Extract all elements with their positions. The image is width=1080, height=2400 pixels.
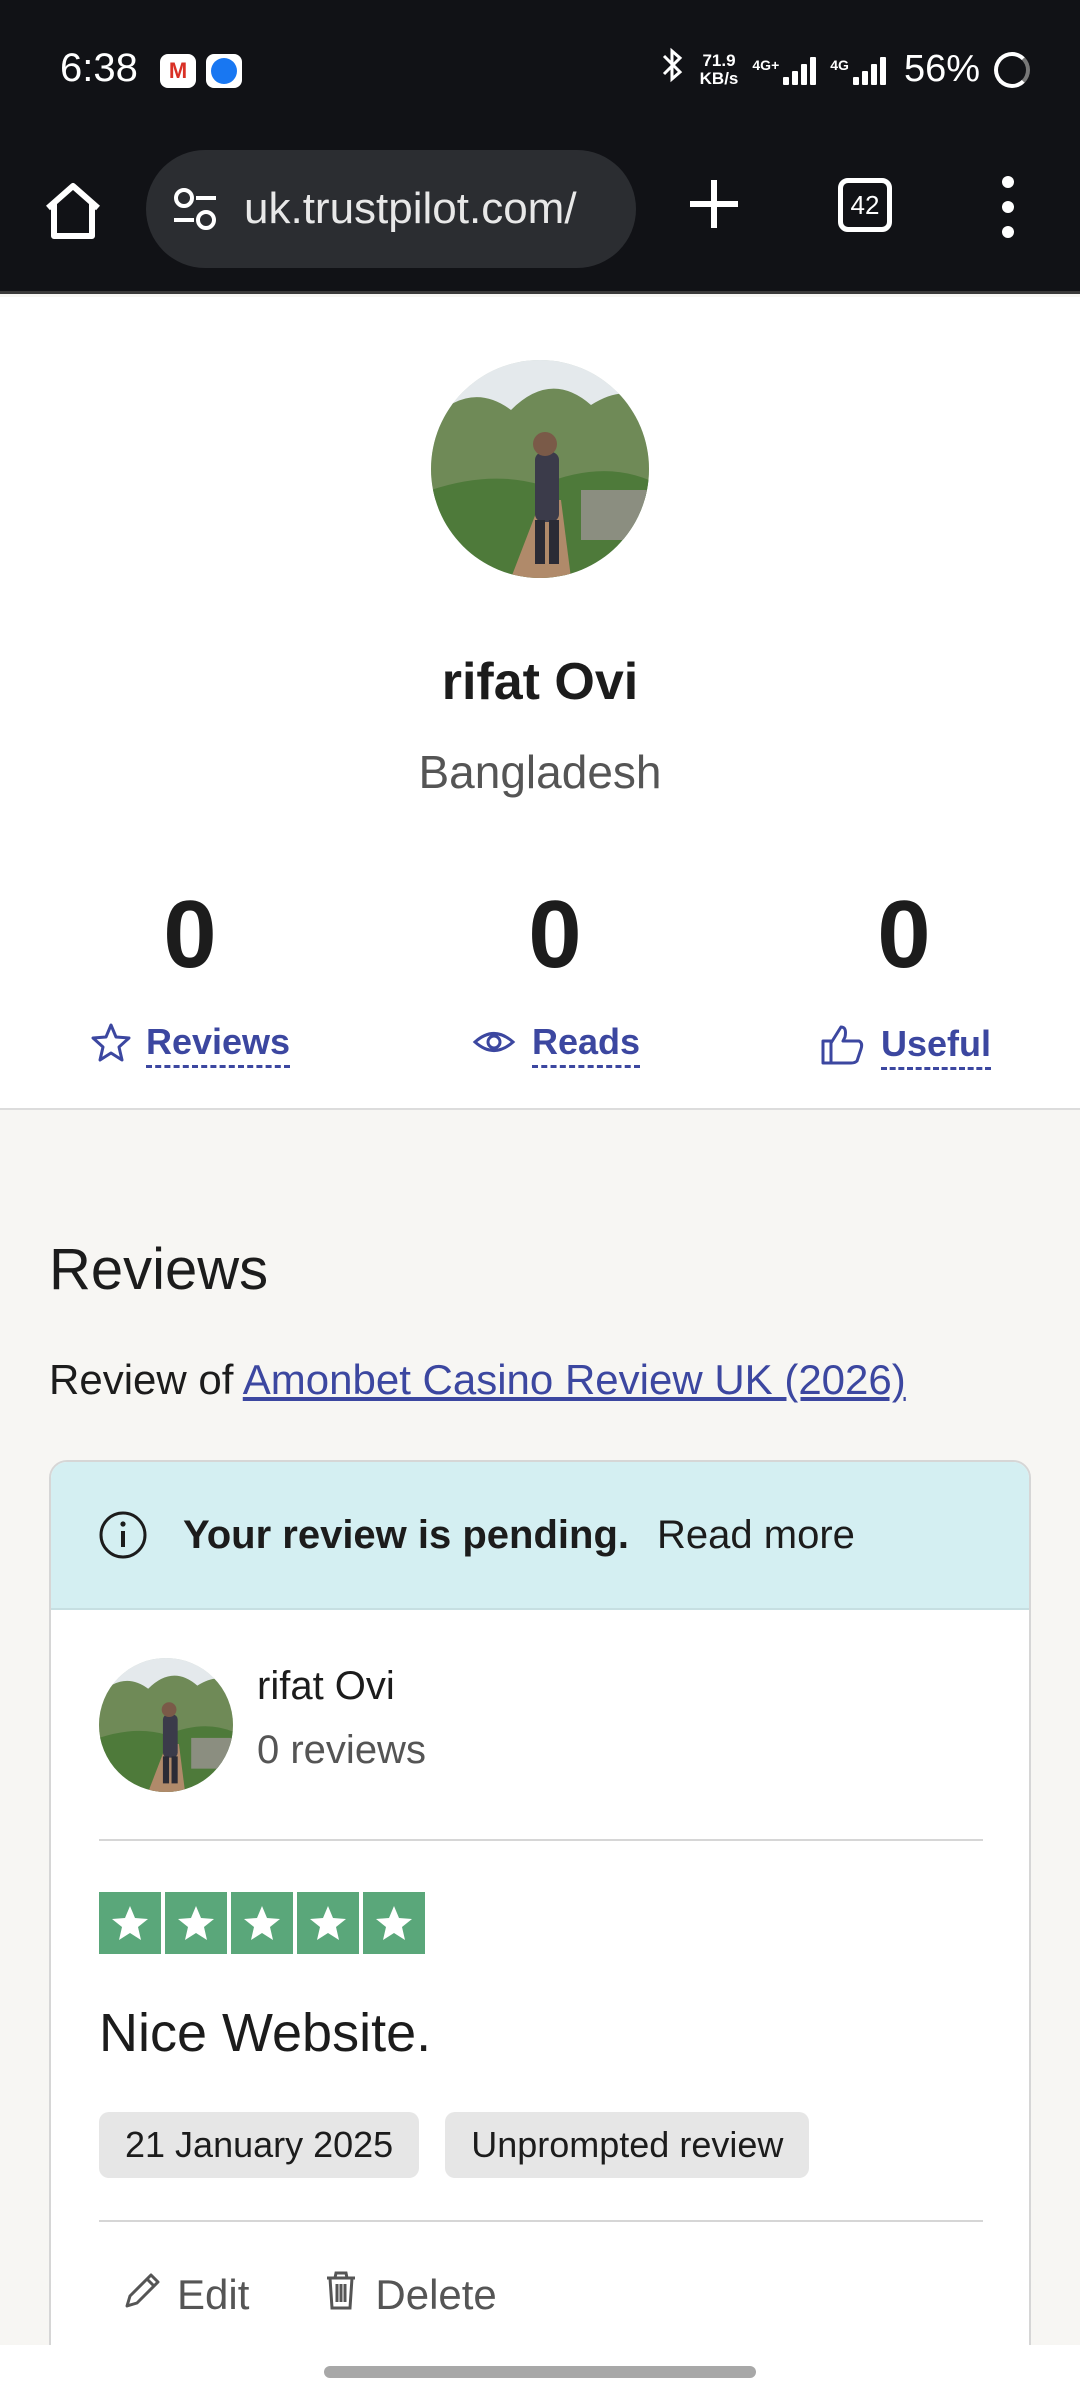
star-icon bbox=[363, 1892, 425, 1954]
stat-useful: 0 Useful bbox=[754, 887, 1054, 1072]
signal-icon-2: 4G bbox=[830, 55, 886, 85]
review-of-prefix: Review of bbox=[49, 1356, 243, 1403]
site-settings-icon[interactable] bbox=[166, 180, 224, 238]
star-icon bbox=[99, 1892, 161, 1954]
pending-banner: Your review is pending. Read more bbox=[51, 1462, 1029, 1610]
status-time: 6:38 bbox=[60, 46, 138, 90]
eye-icon bbox=[470, 1021, 518, 1068]
reviewer-info: rifat Ovi 0 reviews bbox=[51, 1610, 1029, 1840]
stat-reads: 0 Reads bbox=[405, 887, 705, 1068]
stat-label[interactable]: Reads bbox=[531, 1021, 641, 1068]
messenger-icon bbox=[206, 54, 242, 88]
battery-percent: 56% bbox=[903, 48, 980, 90]
stat-value: 0 bbox=[528, 881, 582, 988]
tabs-icon[interactable]: 42 bbox=[838, 178, 892, 232]
reviewer-review-count: 0 reviews bbox=[257, 1728, 426, 1772]
gmail-icon: M bbox=[160, 54, 196, 88]
stat-label[interactable]: Reviews bbox=[145, 1021, 291, 1068]
star-icon bbox=[297, 1892, 359, 1954]
reviewer-name: rifat Ovi bbox=[257, 1664, 395, 1708]
browser-toolbar: uk.trustpilot.com/ 42 bbox=[0, 144, 1080, 294]
stat-value: 0 bbox=[163, 881, 217, 988]
unprompted-badge: Unprompted review bbox=[445, 2112, 810, 2178]
profile-header: rifat Ovi Bangladesh 0 Reviews 0 Reads 0… bbox=[0, 297, 1080, 1110]
review-of: Review of Amonbet Casino Review UK (2026… bbox=[49, 1356, 906, 1404]
review-tags: 21 January 2025 Unprompted review bbox=[99, 2112, 810, 2178]
avatar bbox=[431, 360, 649, 578]
plus-icon[interactable] bbox=[684, 174, 744, 234]
more-vert-icon[interactable] bbox=[996, 172, 1020, 242]
url-text[interactable]: uk.trustpilot.com/ bbox=[244, 184, 577, 234]
stat-reviews: 0 Reviews bbox=[40, 887, 340, 1068]
review-company-link[interactable]: Amonbet Casino Review UK (2026) bbox=[243, 1356, 906, 1403]
review-date-badge: 21 January 2025 bbox=[99, 2112, 420, 2178]
review-title: Nice Website. bbox=[99, 2003, 432, 2063]
delete-label: Delete bbox=[375, 2271, 497, 2318]
star-icon bbox=[165, 1892, 227, 1954]
edit-label: Edit bbox=[177, 2271, 250, 2318]
reviews-heading: Reviews bbox=[49, 1237, 269, 1302]
stat-useful-link[interactable]: Useful bbox=[754, 1021, 1054, 1072]
stat-value: 0 bbox=[877, 881, 931, 988]
star-icon bbox=[231, 1892, 293, 1954]
tab-count: 42 bbox=[850, 189, 880, 220]
address-bar[interactable]: uk.trustpilot.com/ bbox=[146, 150, 636, 268]
avatar bbox=[99, 1658, 233, 1792]
star-outline-icon bbox=[90, 1021, 132, 1068]
divider bbox=[99, 2220, 983, 2222]
stat-reads-link[interactable]: Reads bbox=[405, 1021, 705, 1068]
trash-icon bbox=[319, 2268, 363, 2322]
delete-button[interactable]: Delete bbox=[319, 2268, 497, 2322]
bluetooth-icon bbox=[660, 46, 686, 93]
pending-text: Your review is pending. bbox=[183, 1512, 630, 1557]
home-icon[interactable] bbox=[38, 176, 108, 246]
review-actions: Edit Delete bbox=[121, 2268, 497, 2322]
pencil-icon bbox=[121, 2268, 165, 2322]
battery-icon bbox=[994, 51, 1030, 88]
info-icon bbox=[97, 1509, 149, 1561]
profile-country: Bangladesh bbox=[418, 746, 662, 798]
stat-reviews-link[interactable]: Reviews bbox=[40, 1021, 340, 1068]
status-indicators: 71.9 KB/s 4G+ 4G 56% bbox=[660, 46, 1030, 93]
gesture-handle[interactable] bbox=[324, 2366, 756, 2378]
signal-icon: 4G+ bbox=[752, 55, 817, 85]
thumbs-up-icon bbox=[817, 1021, 867, 1072]
star-rating bbox=[99, 1892, 425, 1954]
status-bar: 6:38 M 71.9 KB/s 4G+ 4G 56% bbox=[0, 0, 1080, 144]
network-speed: 71.9 KB/s bbox=[699, 50, 739, 88]
edit-button[interactable]: Edit bbox=[121, 2268, 249, 2322]
stat-label[interactable]: Useful bbox=[880, 1023, 992, 1070]
divider bbox=[99, 1839, 983, 1841]
profile-name: rifat Ovi bbox=[441, 653, 639, 711]
review-card: Your review is pending. Read more rifat … bbox=[49, 1460, 1031, 2360]
read-more-link[interactable]: Read more bbox=[657, 1513, 855, 1558]
